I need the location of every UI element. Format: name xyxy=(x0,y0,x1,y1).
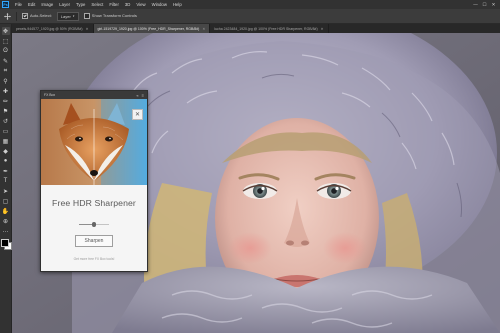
document-tab-label: pexels-944577_1920.jpg @ 50% (RGB/8#) xyxy=(16,26,83,31)
menu-edit[interactable]: Edit xyxy=(25,2,38,7)
auto-select-dropdown[interactable]: Layer ▾ xyxy=(56,11,79,21)
zoom-tool-icon[interactable]: ⊕ xyxy=(2,217,10,225)
menu-file[interactable]: File xyxy=(12,2,25,7)
lasso-tool-icon[interactable]: ʘ xyxy=(2,47,10,55)
show-transform-checkbox-box[interactable] xyxy=(83,13,90,19)
close-icon[interactable]: ✕ xyxy=(86,27,89,31)
menu-window[interactable]: Window xyxy=(149,2,170,7)
brush-tool-icon[interactable]: ✏ xyxy=(2,97,10,105)
show-transform-label: Show Transform Controls xyxy=(91,13,137,19)
document-tab-label: girl-1519729_1920.jpg @ 100% (Free_HDR_S… xyxy=(97,26,200,31)
document-tabs: pexels-944577_1920.jpg @ 50% (RGB/8#) ✕ … xyxy=(12,24,500,33)
blur-tool-icon[interactable]: ◆ xyxy=(2,147,10,155)
shape-tool-icon[interactable]: ▢ xyxy=(2,197,10,205)
chevron-down-icon: ▾ xyxy=(72,14,75,18)
clone-stamp-tool-icon[interactable]: ⚑ xyxy=(2,107,10,115)
tools-panel: ✥ ⬚ ʘ ✎ ⌗ ⚲ ✚ ✏ ⚑ ↺ ▭ ▦ ◆ ● ✒ T ➤ ▢ ✋ ⊕ … xyxy=(0,24,12,333)
options-separator xyxy=(16,11,17,21)
close-window-icon[interactable]: ✕ xyxy=(490,2,497,8)
panel-header-title: FX Box xyxy=(44,93,56,97)
panel-menu-icon[interactable]: ≡ xyxy=(142,93,144,98)
panel-footer-link[interactable]: Get more free FX Box tools! xyxy=(41,257,147,261)
auto-select-checkbox-box[interactable] xyxy=(22,13,28,19)
menu-type[interactable]: Type xyxy=(73,2,88,7)
eyedropper-tool-icon[interactable]: ⚲ xyxy=(2,77,10,85)
panel-title: Free HDR Sharpener xyxy=(52,198,136,208)
hand-tool-icon[interactable]: ✋ xyxy=(2,207,10,215)
menu-bar: Ps File Edit Image Layer Type Select Fil… xyxy=(0,0,500,9)
strength-slider[interactable] xyxy=(79,221,109,227)
menu-help[interactable]: Help xyxy=(170,2,185,7)
crop-tool-icon[interactable]: ⌗ xyxy=(2,67,10,75)
move-tool-icon[interactable] xyxy=(3,12,11,20)
menu-select[interactable]: Select xyxy=(88,2,106,7)
hdr-sharpener-panel: FX Box « ≡ ✕ Free HDR Sharpener Sharpen … xyxy=(40,90,148,272)
options-bar: Auto-Select: Layer ▾ Show Transform Cont… xyxy=(0,9,500,24)
path-select-tool-icon[interactable]: ➤ xyxy=(2,187,10,195)
auto-select-label: Auto-Select: xyxy=(30,13,52,19)
close-icon[interactable]: ✕ xyxy=(132,109,143,120)
document-tab-2[interactable]: girl-1519729_1920.jpg @ 100% (Free_HDR_S… xyxy=(93,24,211,33)
fox-preview-image: ✕ xyxy=(41,99,147,185)
healing-brush-tool-icon[interactable]: ✚ xyxy=(2,87,10,95)
menu-image[interactable]: Image xyxy=(38,2,56,7)
document-tab-1[interactable]: pexels-944577_1920.jpg @ 50% (RGB/8#) ✕ xyxy=(12,24,94,33)
collapse-icon[interactable]: « xyxy=(136,93,138,98)
pen-tool-icon[interactable]: ✒ xyxy=(2,167,10,175)
menu-filter[interactable]: Filter xyxy=(106,2,122,7)
auto-select-value: Layer xyxy=(60,13,71,19)
photoshop-logo: Ps xyxy=(2,1,9,8)
sharpen-button[interactable]: Sharpen xyxy=(75,235,113,247)
window-controls: — ☐ ✕ xyxy=(472,2,500,8)
more-tools-icon[interactable]: … xyxy=(2,227,10,235)
dodge-tool-icon[interactable]: ● xyxy=(2,157,10,165)
show-transform-checkbox[interactable]: Show Transform Controls xyxy=(83,13,137,19)
marquee-tool-icon[interactable]: ⬚ xyxy=(2,37,10,45)
close-icon[interactable]: ✕ xyxy=(321,27,324,31)
gradient-tool-icon[interactable]: ▦ xyxy=(2,137,10,145)
move-tool-icon[interactable]: ✥ xyxy=(1,27,10,35)
foreground-color-swatch[interactable] xyxy=(1,239,9,247)
slider-thumb[interactable] xyxy=(91,222,97,227)
document-tab-label: lucha 2423484_1920.jpg @ 100% (Free HDR … xyxy=(214,26,318,31)
maximize-icon[interactable]: ☐ xyxy=(481,2,488,8)
move-arrows-icon xyxy=(3,12,11,20)
quick-select-tool-icon[interactable]: ✎ xyxy=(2,57,10,65)
eraser-tool-icon[interactable]: ▭ xyxy=(2,127,10,135)
history-brush-tool-icon[interactable]: ↺ xyxy=(2,117,10,125)
close-icon[interactable]: ✕ xyxy=(202,27,205,31)
menu-view[interactable]: View xyxy=(133,2,148,7)
panel-header: FX Box « ≡ xyxy=(41,91,147,99)
minimize-icon[interactable]: — xyxy=(472,2,479,8)
type-tool-icon[interactable]: T xyxy=(2,177,10,185)
color-swatches[interactable] xyxy=(1,239,12,250)
menu-3d[interactable]: 3D xyxy=(122,2,134,7)
document-tab-3[interactable]: lucha 2423484_1920.jpg @ 100% (Free HDR … xyxy=(210,24,329,33)
auto-select-checkbox[interactable]: Auto-Select: xyxy=(22,13,52,19)
menu-layer[interactable]: Layer xyxy=(56,2,73,7)
